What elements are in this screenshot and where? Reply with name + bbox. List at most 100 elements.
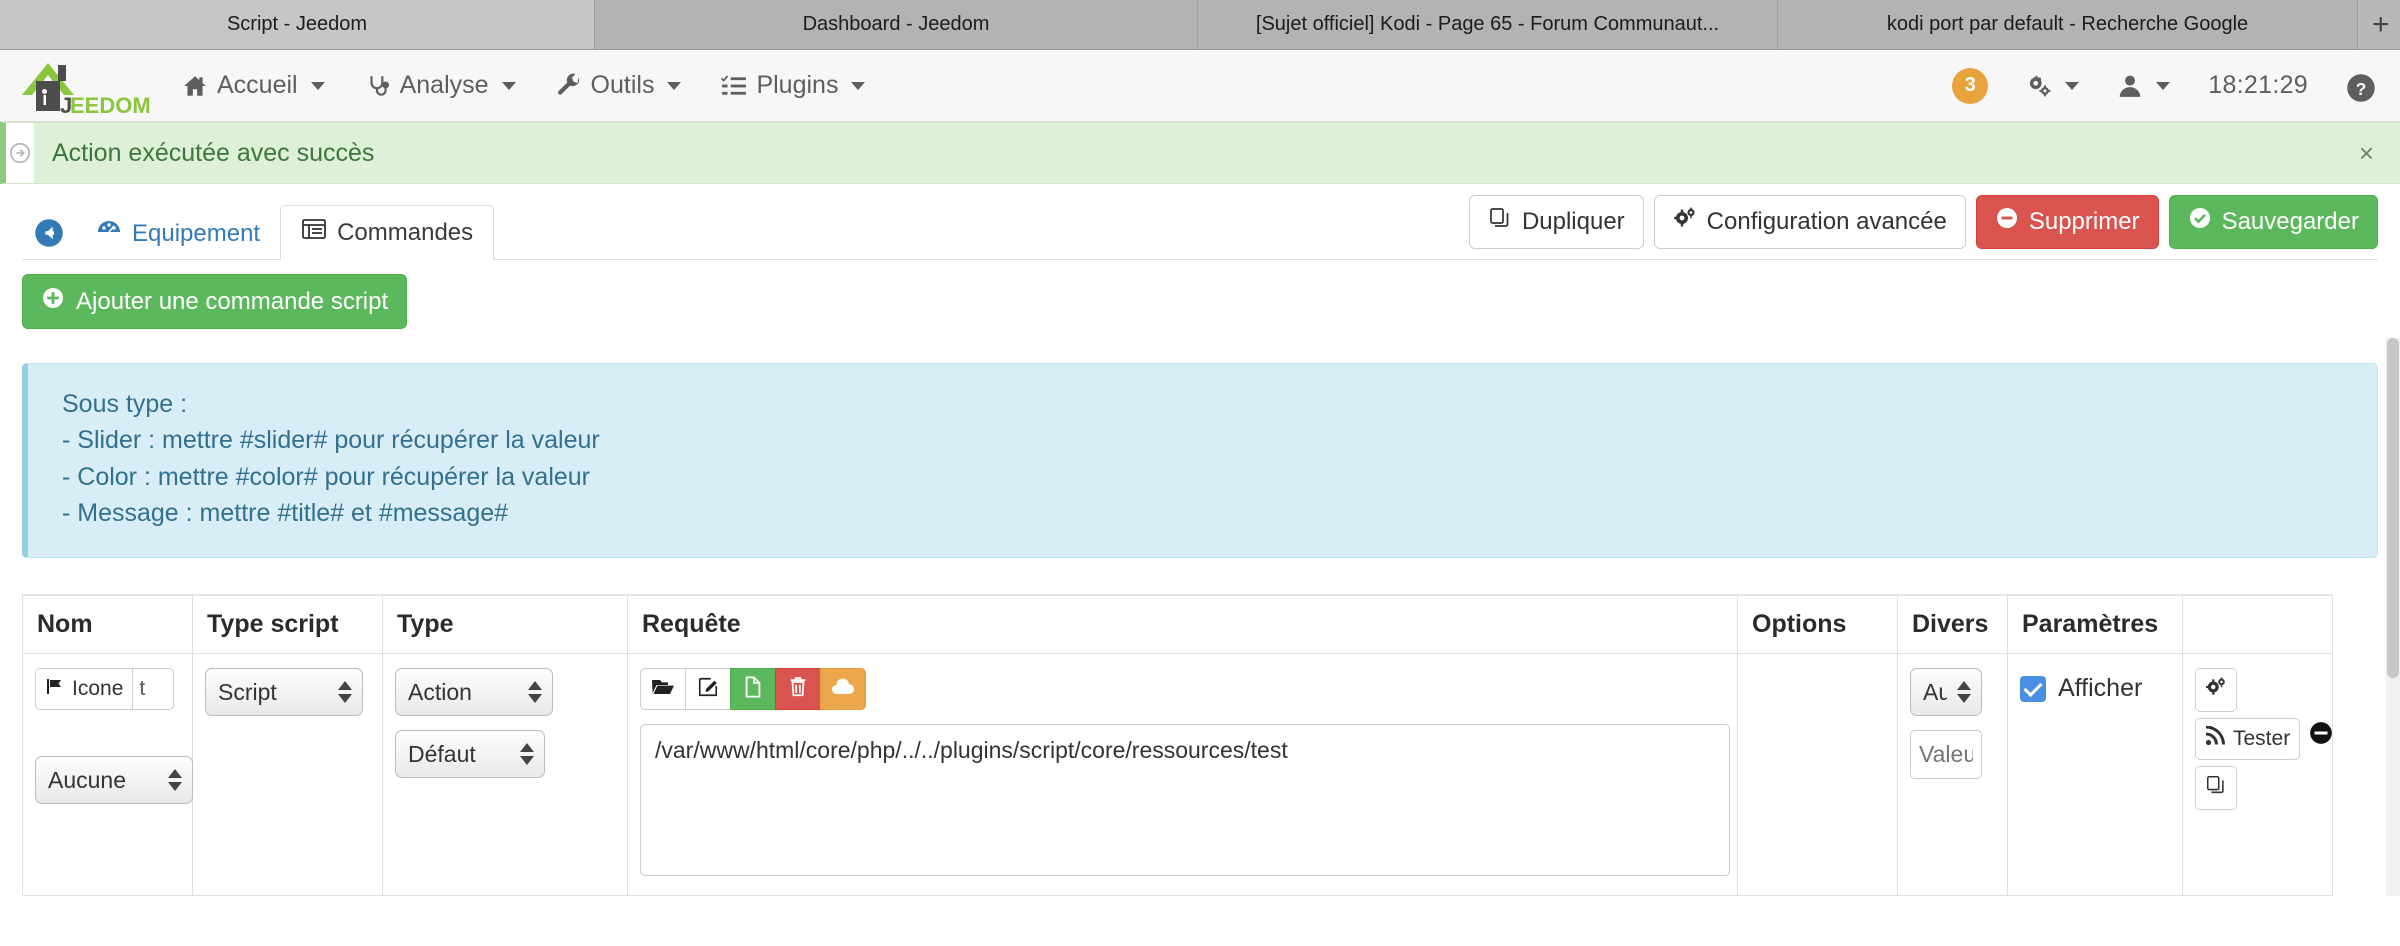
info-line: - Message : mettre #title# et #message# — [62, 498, 509, 527]
back-button[interactable] — [22, 207, 76, 259]
delete-button[interactable]: Supprimer — [1975, 195, 2159, 249]
copy-icon — [1488, 206, 1512, 238]
browser-tab-1[interactable]: Script - Jeedom — [0, 0, 595, 49]
close-icon[interactable]: × — [2359, 140, 2374, 166]
chevron-down-icon — [501, 81, 516, 90]
user-menu[interactable] — [2117, 73, 2171, 99]
chevron-down-icon — [667, 81, 682, 90]
info-line: - Color : mettre #color# pour récupérer … — [62, 462, 591, 491]
command-config-button[interactable] — [2195, 668, 2237, 712]
column-header-type: Type — [382, 594, 628, 654]
row-actions: Tester — [2195, 668, 2333, 810]
nav-item-outils[interactable]: Outils — [556, 71, 682, 100]
afficher-row: Afficher — [2020, 668, 2170, 703]
afficher-checkbox[interactable] — [2020, 675, 2046, 702]
minus-circle-icon — [1995, 206, 2019, 238]
test-command-button[interactable]: Tester — [2195, 718, 2301, 760]
cloud-upload-icon — [831, 677, 855, 702]
tab-commandes[interactable]: Commandes — [280, 205, 495, 260]
button-label: Dupliquer — [1521, 207, 1625, 235]
cell-parametres: Afficher — [2007, 653, 2183, 896]
nav-item-analyse[interactable]: Analyse — [365, 71, 516, 100]
requete-textarea[interactable]: /var/www/html/core/php/../../plugins/scr… — [640, 724, 1730, 876]
browser-tab-title: kodi port par default - Recherche Google — [1886, 13, 2249, 35]
vertical-scrollbar[interactable] — [2386, 338, 2400, 896]
notification-badge[interactable]: 3 — [1952, 67, 1989, 104]
check-circle-icon — [2188, 206, 2212, 238]
new-tab-button[interactable]: + — [2358, 0, 2400, 49]
settings-menu[interactable] — [2026, 73, 2080, 99]
cell-requete: /var/www/html/core/php/../../plugins/scr… — [627, 653, 1738, 896]
command-name-input[interactable] — [132, 668, 175, 710]
table-list-icon — [301, 218, 327, 247]
remove-command-button[interactable] — [2308, 720, 2334, 751]
cell-options — [1737, 653, 1898, 896]
upload-file-button[interactable] — [820, 668, 866, 710]
browser-tab-3[interactable]: [Sujet officiel] Kodi - Page 65 - Forum … — [1198, 0, 1778, 49]
duplicate-button[interactable]: Dupliquer — [1468, 195, 1644, 249]
add-script-command-button[interactable]: Ajouter une commande script — [22, 274, 408, 329]
browser-tab-2[interactable]: Dashboard - Jeedom — [595, 0, 1198, 49]
nav-item-label: Analyse — [399, 71, 489, 99]
browser-tab-strip: Script - Jeedom Dashboard - Jeedom [Suje… — [0, 0, 2400, 50]
divers-select[interactable]: Aucun — [1910, 668, 1982, 716]
rss-icon — [2205, 725, 2225, 752]
browser-tab-4[interactable]: kodi port par default - Recherche Google — [1778, 0, 2358, 49]
plus-circle-icon — [41, 286, 65, 317]
gears-icon — [2026, 73, 2052, 99]
divers-value-input[interactable] — [1910, 730, 1982, 779]
chevron-down-icon — [2156, 81, 2171, 90]
nav-item-label: Outils — [590, 71, 655, 99]
nav-item-plugins[interactable]: Plugins — [721, 71, 866, 100]
clock: 18:21:29 — [2208, 71, 2308, 99]
scrollbar-thumb[interactable] — [2387, 338, 2399, 678]
question-circle-icon[interactable]: ? — [2346, 73, 2375, 102]
tab-equipement[interactable]: Equipement — [76, 207, 280, 260]
navbar-menu: Accueil Analyse Outils Plugins — [182, 71, 866, 100]
gears-icon — [2205, 676, 2227, 704]
nav-item-accueil[interactable]: Accueil — [182, 71, 325, 100]
delete-file-button[interactable] — [775, 668, 821, 710]
button-label: Sauvegarder — [2221, 207, 2359, 235]
dashboard-icon — [96, 219, 122, 248]
icon-picker-label: Icone — [72, 677, 124, 700]
icon-picker-button[interactable]: Icone — [35, 668, 133, 710]
cell-nom: Icone Aucune — [22, 653, 193, 896]
type-select-wrap: Action — [395, 668, 553, 716]
chevron-down-icon — [2065, 81, 2080, 90]
column-header-requete: Requête — [627, 594, 1738, 654]
type-select[interactable]: Action — [395, 668, 553, 716]
column-header-parametres: Paramètres — [2007, 594, 2183, 654]
chevron-down-icon — [851, 81, 866, 90]
new-file-button[interactable] — [730, 668, 776, 710]
trash-icon — [788, 676, 808, 703]
main-content: Equipement Commandes Dupliquer Configura… — [0, 195, 2400, 896]
save-button[interactable]: Sauvegarder — [2168, 195, 2378, 249]
cell-type-script: Script — [192, 653, 383, 896]
name-input-group: Icone — [35, 668, 180, 710]
sidebar-toggle[interactable] — [6, 123, 34, 183]
test-button-label: Tester — [2233, 727, 2291, 750]
column-header-divers: Divers — [1897, 594, 2008, 654]
arrow-circle-right-icon — [9, 142, 31, 164]
column-header-nom: Nom — [22, 594, 193, 654]
stethoscope-icon — [365, 73, 391, 99]
svg-text:EEDOM: EEDOM — [70, 93, 151, 117]
tab-label: Equipement — [132, 219, 261, 247]
open-file-button[interactable] — [640, 668, 686, 710]
subtype-select[interactable]: Défaut — [395, 730, 545, 778]
info-line: Sous type : — [62, 390, 188, 418]
folder-open-icon — [651, 677, 675, 702]
cell-divers: Aucun — [1897, 653, 2008, 896]
advanced-config-button[interactable]: Configuration avancée — [1653, 195, 1966, 249]
duplicate-command-button[interactable] — [2195, 766, 2237, 810]
list-check-icon — [721, 73, 747, 99]
icone-select[interactable]: Aucune — [35, 756, 193, 804]
commands-table: Nom Type script Type Requête Options Div… — [22, 594, 2333, 896]
jeedom-logo[interactable]: J EEDOM — [14, 55, 154, 117]
subtype-info-box: Sous type : - Slider : mettre #slider# p… — [22, 363, 2378, 558]
type-script-select[interactable]: Script — [205, 668, 363, 716]
browser-tab-title: [Sujet officiel] Kodi - Page 65 - Forum … — [1255, 13, 1720, 35]
edit-file-button[interactable] — [685, 668, 731, 710]
add-command-wrapper: Ajouter une commande script — [22, 260, 2378, 329]
